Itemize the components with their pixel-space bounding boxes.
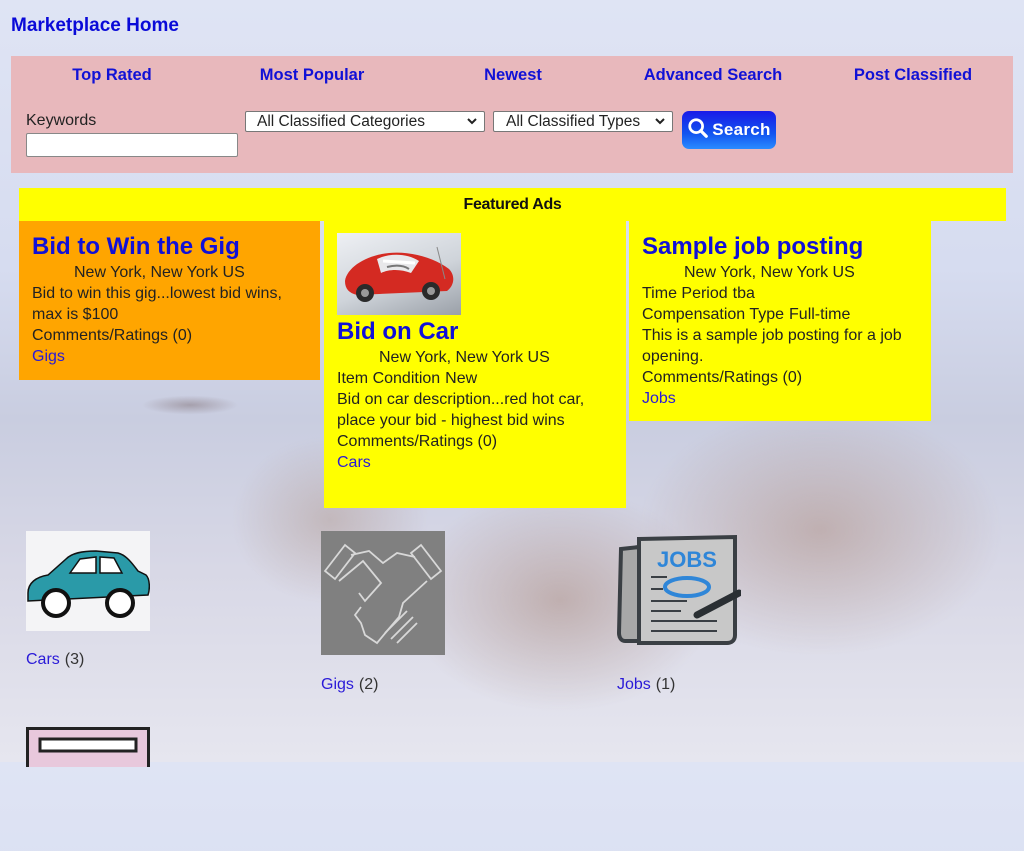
category-count: (1) [655, 676, 676, 693]
ad-category-link[interactable]: Gigs [32, 348, 65, 365]
field-value: New [445, 370, 478, 387]
featured-ad-card: Bid on Car New York, New York US Item Co… [324, 221, 626, 508]
ad-comments: Comments/Ratings (0) [337, 433, 498, 450]
category-tile-jobs: JOBS Jobs (1) [616, 531, 743, 693]
ad-location: New York, New York US [379, 349, 550, 366]
ad-title-link[interactable]: Bid on Car [337, 317, 613, 347]
category-tile-partial [26, 727, 150, 851]
pink-sign-icon[interactable] [26, 727, 150, 851]
category-link-cars[interactable]: Cars [26, 651, 60, 668]
nav-bar: Top Rated Most Popular Newest Advanced S… [11, 66, 1013, 88]
ad-category-link[interactable]: Cars [337, 454, 371, 471]
ad-title-link[interactable]: Sample job posting [642, 232, 918, 262]
search-toolbar: Top Rated Most Popular Newest Advanced S… [11, 56, 1013, 173]
category-tile-cars: Cars (3) [26, 531, 151, 668]
field-key: Item Condition [337, 370, 441, 387]
ad-field-item-condition: Item Condition New [337, 368, 613, 389]
featured-ads-heading: Featured Ads [19, 188, 1006, 221]
field-value: Full-time [789, 306, 851, 323]
jobs-newspaper-icon[interactable]: JOBS [616, 531, 743, 655]
ad-location: New York, New York US [74, 264, 245, 281]
ad-location: New York, New York US [684, 264, 855, 281]
category-link-jobs[interactable]: Jobs [617, 676, 651, 693]
teal-car-icon[interactable] [26, 531, 151, 655]
ad-description: Bid on car description...red hot car, pl… [337, 391, 585, 429]
ad-category-link[interactable]: Jobs [642, 390, 676, 407]
nav-most-popular[interactable]: Most Popular [260, 66, 365, 85]
category-select-value: All Classified Categories [257, 112, 425, 130]
handshake-icon[interactable] [321, 531, 445, 655]
search-button-label: Search [712, 120, 771, 139]
field-key: Compensation Type [642, 306, 785, 323]
nav-advanced-search[interactable]: Advanced Search [644, 66, 782, 85]
nav-newest[interactable]: Newest [484, 66, 542, 85]
type-select-value: All Classified Types [506, 112, 641, 130]
category-tile-gigs: Gigs (2) [321, 531, 445, 693]
chevron-down-icon [466, 114, 478, 131]
category-count: (2) [358, 676, 379, 693]
ad-field-compensation-type: Compensation Type Full-time [642, 304, 918, 325]
keywords-label: Keywords [26, 112, 97, 129]
ad-field-time-period: Time Period tba [642, 283, 918, 304]
type-select[interactable]: All Classified Types [493, 111, 673, 132]
keywords-input[interactable] [26, 133, 238, 157]
category-link-gigs[interactable]: Gigs [321, 676, 354, 693]
nav-post-classified[interactable]: Post Classified [854, 66, 972, 85]
nav-top-rated[interactable]: Top Rated [72, 66, 151, 85]
chevron-down-icon [654, 114, 666, 131]
magnifier-icon [687, 117, 709, 144]
marketplace-home-link[interactable]: Marketplace Home [11, 15, 179, 37]
category-count: (3) [64, 651, 85, 668]
svg-text:JOBS: JOBS [657, 547, 717, 572]
field-key: Time Period [642, 285, 728, 302]
search-button[interactable]: Search [682, 111, 776, 149]
ad-title-link[interactable]: Bid to Win the Gig [32, 232, 307, 262]
ad-description: This is a sample job posting for a job o… [642, 327, 902, 365]
ad-comments: Comments/Ratings (0) [642, 369, 803, 386]
ad-thumbnail-red-car[interactable] [337, 233, 461, 315]
featured-ad-card: Sample job posting New York, New York US… [629, 221, 931, 421]
ad-description: Bid to win this gig...lowest bid wins, m… [32, 285, 282, 323]
category-select[interactable]: All Classified Categories [245, 111, 485, 132]
featured-ad-card: Bid to Win the Gig New York, New York US… [19, 221, 320, 380]
ad-comments: Comments/Ratings (0) [32, 327, 193, 344]
field-value: tba [732, 285, 755, 302]
